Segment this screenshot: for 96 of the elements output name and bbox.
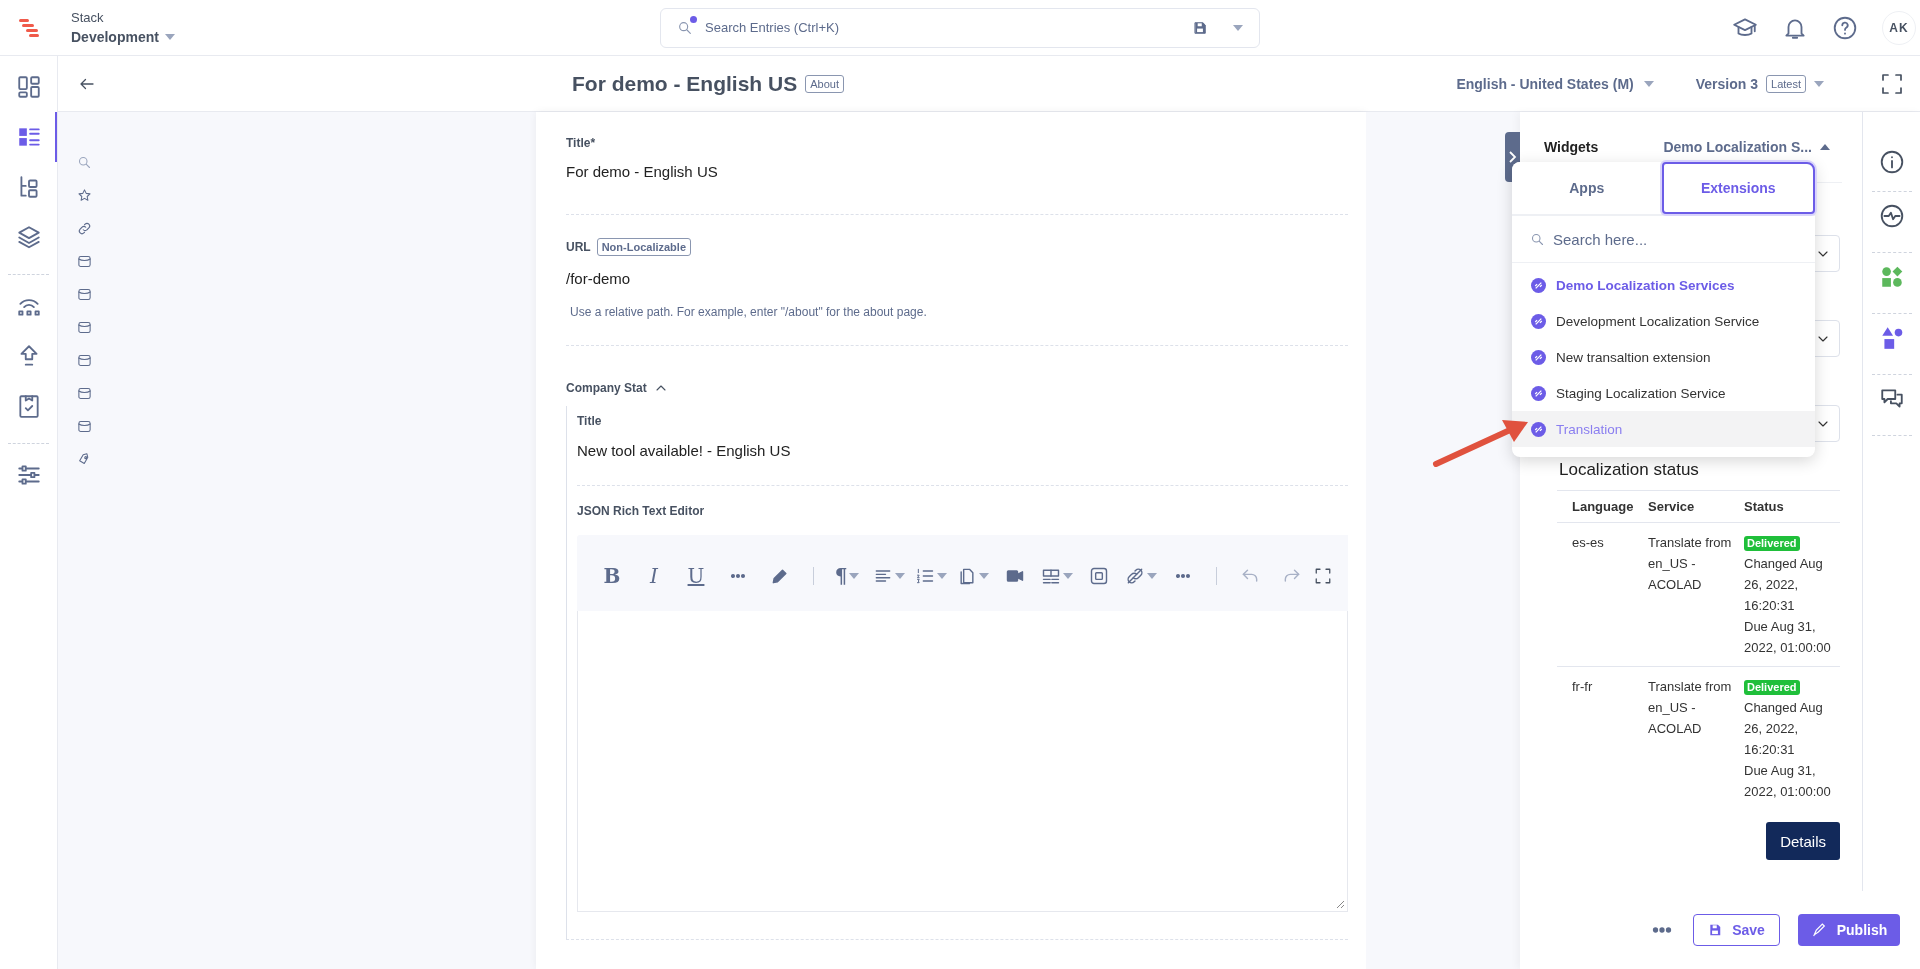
caret-icon (1233, 24, 1243, 31)
fullscreen-icon[interactable] (1314, 567, 1332, 585)
caret-icon (1814, 80, 1824, 87)
bold-button[interactable]: B (603, 564, 621, 588)
extension-icon (1531, 421, 1546, 437)
save-icon (1708, 923, 1723, 937)
section-title: Localization status (1558, 459, 1700, 481)
dropdown-tab[interactable]: Apps (1512, 162, 1662, 214)
content-type-icon[interactable] (77, 287, 92, 302)
entry-title: For demo - English US (572, 71, 798, 96)
search-bar[interactable]: Search Entries (Ctrl+K) (660, 7, 1260, 48)
widgets-label: Widgets (1544, 139, 1599, 155)
column-header: Status (1740, 490, 1840, 523)
link-icon[interactable] (77, 221, 92, 236)
field-label: JSON Rich Text Editor (577, 504, 706, 518)
changed-date: Changed Aug 26, 2022, 16:20:31 (1744, 699, 1824, 759)
unlink-icon[interactable] (1125, 566, 1145, 586)
column-header: Language (1557, 490, 1644, 523)
dropdown-item[interactable]: Development Localization Service (1512, 303, 1815, 339)
caret-icon (1820, 144, 1830, 150)
shapes-icon[interactable] (1879, 325, 1905, 351)
widget-selector[interactable]: Demo Localization S... (1663, 139, 1812, 155)
save-button[interactable]: Save (1693, 914, 1780, 946)
paragraph-button[interactable]: ¶ (834, 564, 848, 588)
dashboard-icon[interactable] (15, 74, 42, 100)
help-icon[interactable] (1832, 14, 1858, 41)
dropdown-item[interactable]: New transaltion extension (1512, 339, 1815, 375)
activity-icon[interactable] (1879, 203, 1905, 229)
table-cell: es-es (1557, 522, 1644, 667)
details-button[interactable]: Details (1766, 822, 1840, 860)
content-type-icon[interactable] (77, 419, 92, 434)
content-type-icon[interactable] (77, 386, 92, 401)
caret-icon (979, 573, 989, 579)
field-tag: Non-Localizable (596, 238, 691, 256)
changed-date: Changed Aug 26, 2022, 16:20:31 (1744, 555, 1824, 615)
due-date: Due Aug 31, 2022, 01:00:00 (1744, 762, 1832, 801)
caret-icon (937, 573, 947, 579)
due-date: Due Aug 31, 2022, 01:00:00 (1744, 618, 1832, 657)
caret-icon (1643, 80, 1654, 87)
star-icon[interactable] (77, 188, 92, 203)
info-icon[interactable] (1879, 148, 1905, 175)
pencil-icon[interactable] (770, 566, 790, 586)
content-type-icon[interactable] (77, 254, 92, 269)
dropdown-item[interactable]: Staging Localization Service (1512, 375, 1815, 411)
status-tag: Delivered (1744, 536, 1800, 551)
caret-icon (895, 573, 905, 579)
layers-icon[interactable] (15, 224, 42, 250)
caret-icon (1063, 573, 1073, 579)
status-tag: Delivered (1744, 680, 1800, 695)
dropdown-item[interactable]: Translation (1512, 411, 1815, 447)
search-field[interactable]: Search here... (1551, 229, 1797, 249)
copy-icon[interactable] (957, 566, 977, 586)
search-icon (1530, 231, 1545, 247)
locale-selector[interactable]: English - United States (M) (1456, 75, 1634, 92)
stack-selector[interactable]: Development (71, 29, 159, 45)
italic-button[interactable]: I (650, 564, 658, 588)
caret-icon (164, 34, 175, 40)
group-label: Company Stat (566, 381, 647, 395)
field-label: Title* (566, 136, 597, 150)
version-selector[interactable]: Version 3 (1695, 75, 1759, 92)
table-cell: Translate from en_US - ACOLAD (1644, 522, 1740, 667)
help-text: Use a relative path. For example, enter "/about" for the about page. (569, 305, 928, 319)
extension-icon (1531, 277, 1546, 293)
extension-icon (1531, 313, 1546, 329)
url-field[interactable]: /for-demo (566, 270, 1348, 287)
content-type-tag: About (805, 74, 844, 93)
resize-grip-icon[interactable] (1336, 900, 1345, 909)
version-tag: Latest (1766, 74, 1806, 93)
numbered-list-icon[interactable] (915, 566, 935, 586)
text-field[interactable]: New tool available! - English US (577, 442, 1348, 459)
table-icon[interactable] (1041, 566, 1061, 586)
caret-icon (849, 573, 860, 579)
content-type-icon[interactable] (77, 353, 92, 368)
search-field[interactable]: Search Entries (Ctrl+K) (703, 19, 1183, 36)
caret-icon (1147, 573, 1157, 579)
field-label: Title (577, 414, 603, 428)
embed-icon[interactable] (1089, 566, 1109, 586)
text-field[interactable]: For demo - English US (566, 163, 1348, 180)
fullscreen-icon[interactable] (1880, 71, 1904, 96)
extension-icon (1531, 385, 1546, 401)
dropdown-tab[interactable]: Extensions (1661, 162, 1815, 214)
column-header: Service (1644, 490, 1740, 523)
search-icon (677, 19, 693, 36)
content-type-icon[interactable] (77, 320, 92, 335)
publish-button[interactable]: Publish (1798, 914, 1900, 946)
sliders-icon[interactable] (15, 462, 42, 488)
dropdown-item[interactable]: Demo Localization Services (1512, 267, 1815, 303)
save-icon[interactable] (1193, 20, 1207, 35)
extension-icon (1531, 349, 1546, 365)
table-cell: fr-fr (1557, 666, 1644, 810)
underline-button[interactable]: U (687, 564, 705, 588)
logo-icon[interactable] (16, 16, 41, 39)
stack-label: Stack (71, 10, 105, 25)
notification-dot (690, 15, 697, 23)
table-cell: Translate from en_US - ACOLAD (1644, 666, 1740, 810)
field-label: URL (566, 240, 591, 254)
